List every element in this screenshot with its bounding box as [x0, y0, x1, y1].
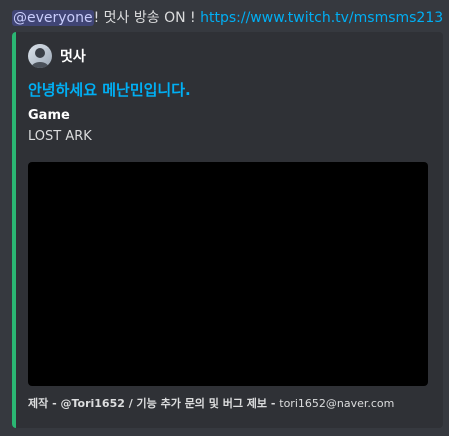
- everyone-mention[interactable]: @everyone: [12, 10, 94, 26]
- footer-email: tori1652@naver.com: [279, 397, 395, 410]
- rich-embed: 멋사 안녕하세요 메난민입니다. Game LOST ARK 제작 - @Tor…: [12, 32, 443, 428]
- chat-message: @everyone! 멋사 방송 ON ! https://www.twitch…: [0, 0, 449, 436]
- twitch-link[interactable]: https://www.twitch.tv/msmsms213: [200, 10, 443, 26]
- message-content: @everyone! 멋사 방송 ON ! https://www.twitch…: [12, 8, 443, 28]
- embed-author: 멋사: [28, 44, 86, 68]
- field-value-game: LOST ARK: [28, 129, 92, 144]
- embed-color-bar: [12, 32, 16, 428]
- avatar-icon[interactable]: [28, 44, 52, 68]
- embed-footer: 제작 - @Tori1652 / 기능 추가 문의 및 버그 제보 - tori…: [28, 396, 394, 412]
- stream-preview-image[interactable]: [28, 162, 428, 386]
- embed-author-name: 멋사: [60, 49, 86, 65]
- message-text: ! 멋사 방송 ON !: [93, 10, 201, 26]
- footer-text: 제작 - @Tori1652 / 기능 추가 문의 및 버그 제보 -: [28, 397, 280, 410]
- field-name-game: Game: [28, 108, 70, 123]
- embed-title[interactable]: 안녕하세요 메난민입니다.: [28, 79, 191, 100]
